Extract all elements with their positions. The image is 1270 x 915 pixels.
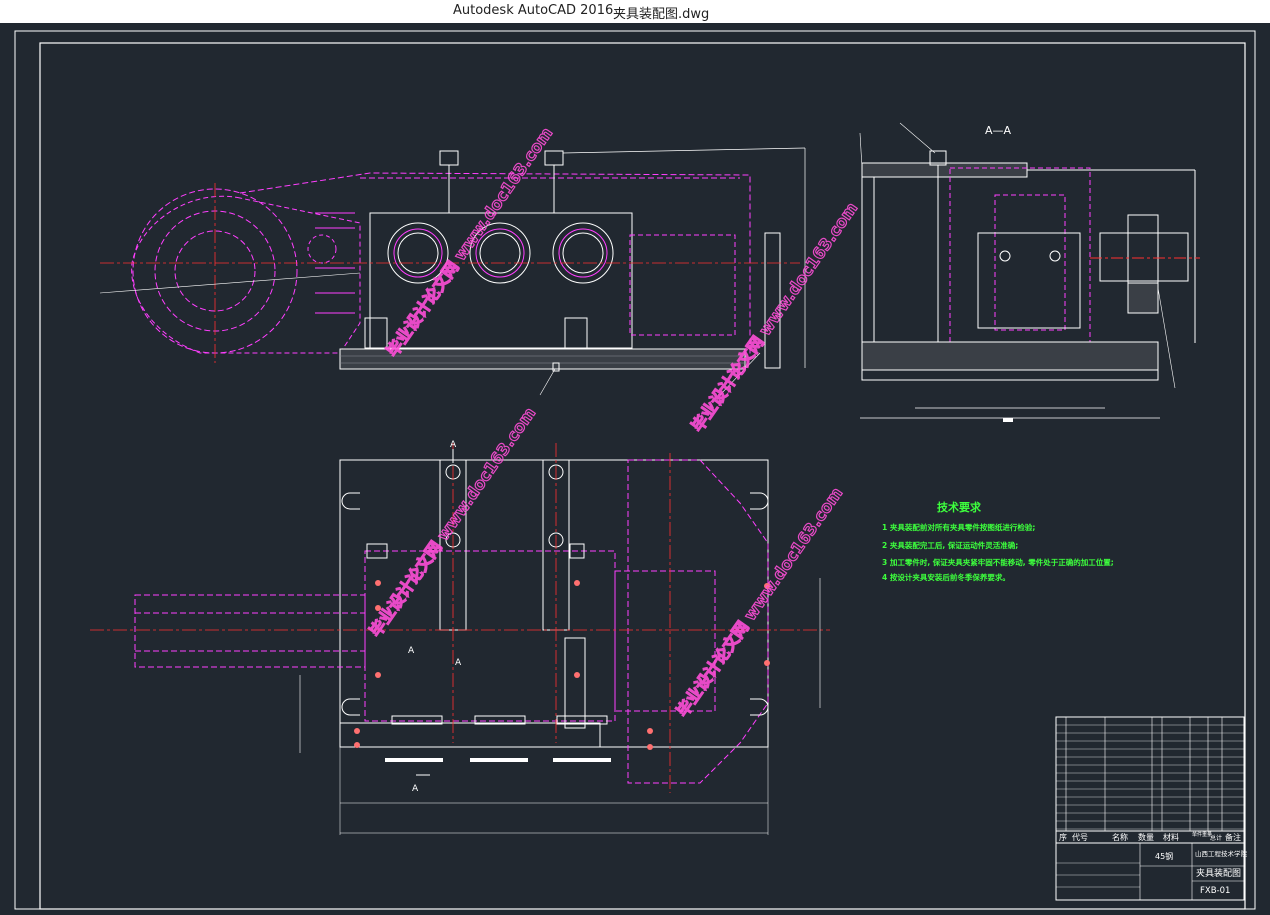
tech-req-item-2: 2 夹具装配完工后, 保证运动件灵活准确; bbox=[882, 540, 1018, 550]
title-bar: Autodesk AutoCAD 2016 夹具装配图.dwg bbox=[0, 0, 1270, 23]
watermark-1: 毕业设计论文网 www.doc163.com bbox=[383, 124, 557, 361]
file-name: 夹具装配图.dwg bbox=[613, 7, 710, 22]
tb-header-5: 单件重量 bbox=[1192, 831, 1212, 838]
cut-marker-top: A bbox=[450, 440, 457, 450]
section-label: A—A bbox=[985, 124, 1012, 137]
tb-header-0: 序 bbox=[1059, 832, 1067, 842]
cut-marker-mid-right: A bbox=[455, 658, 462, 668]
tech-req-title: 技术要求 bbox=[937, 500, 982, 514]
section-view-a-a: A—A bbox=[859, 122, 1200, 422]
tech-req-item-1: 1 夹具装配前对所有夹具零件按图纸进行检验; bbox=[882, 522, 1035, 532]
tb-header-4: 材料 bbox=[1163, 832, 1179, 842]
watermark-2: 毕业设计论文网 www.doc163.com bbox=[688, 199, 862, 436]
tb-header-2: 名称 bbox=[1112, 832, 1128, 842]
tb-material: 45钢 bbox=[1155, 851, 1173, 861]
cut-marker-mid-left: A bbox=[408, 646, 415, 656]
title-block: 序 代号 名称 数量 材料 单件重量 总计 备注 45钢 山西工程技术学院 夹具… bbox=[1055, 830, 1248, 901]
tb-header-7: 备注 bbox=[1225, 832, 1241, 842]
parts-list bbox=[1055, 716, 1245, 832]
outer-frame bbox=[14, 30, 1256, 910]
drawing-viewport[interactable]: A—A A A A A 技术要求 1 夹具装配前对所有夹具零件按图纸进行检验; … bbox=[0, 23, 1270, 915]
tb-header-3: 数量 bbox=[1138, 832, 1154, 842]
tb-header-1: 代号 bbox=[1072, 832, 1088, 842]
technical-requirements: 技术要求 1 夹具装配前对所有夹具零件按图纸进行检验; 2 夹具装配完工后, 保… bbox=[882, 500, 1114, 582]
app-title: Autodesk AutoCAD 2016 bbox=[453, 3, 614, 18]
tech-req-item-4: 4 按设计夹具安装后前冬季保养要求。 bbox=[882, 572, 1010, 582]
inner-frame bbox=[39, 42, 1246, 910]
tech-req-item-3: 3 加工零件时, 保证夹具夹紧牢固不能移动, 零件处于正确的加工位置; bbox=[882, 557, 1114, 567]
tb-company: 山西工程技术学院 bbox=[1195, 849, 1248, 858]
cut-marker-bottom: A bbox=[412, 784, 419, 794]
cad-drawing[interactable]: A—A A A A A 技术要求 1 夹具装配前对所有夹具零件按图纸进行检验; … bbox=[0, 23, 1270, 915]
tb-drawing-number: FXB-01 bbox=[1200, 886, 1230, 896]
tb-drawing-title: 夹具装配图 bbox=[1196, 867, 1241, 879]
tb-header-6: 总计 bbox=[1210, 834, 1222, 842]
